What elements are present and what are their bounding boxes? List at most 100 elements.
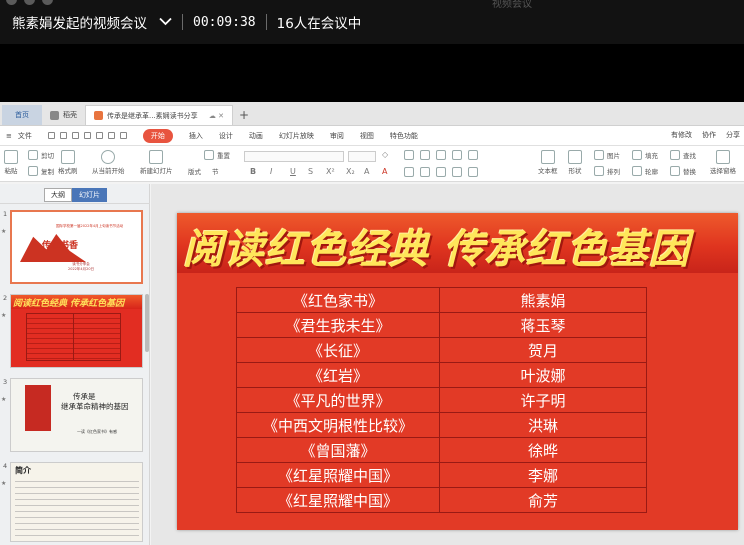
tab-daoke[interactable]: 稻壳 xyxy=(42,105,85,125)
reader-name-cell[interactable]: 叶波娜 xyxy=(439,362,647,388)
copy-button[interactable]: 复制 xyxy=(28,166,54,176)
menu-view[interactable]: 视图 xyxy=(360,131,374,141)
preview-icon[interactable] xyxy=(95,132,103,139)
reader-name-cell[interactable]: 徐晔 xyxy=(439,437,647,463)
slide-editing-canvas[interactable]: 阅读红色经典 传承红色基因 《红色家书》 熊素娟 《君生我未生》 蒋玉琴 《长征》 贺月《… xyxy=(151,184,744,545)
zoom-dot[interactable] xyxy=(42,0,53,5)
table-row[interactable]: 《红星照耀中国》 李娜 xyxy=(236,462,647,488)
justify-icon[interactable] xyxy=(452,167,462,177)
table-row[interactable]: 《红色家书》 熊素娟 xyxy=(236,287,647,313)
table-row[interactable]: 《中西文明根性比较》 洪琳 xyxy=(236,412,647,438)
bold-icon[interactable]: B xyxy=(250,167,256,176)
picture-button[interactable]: 图片 xyxy=(594,150,620,160)
tab-home[interactable]: 首页 xyxy=(2,105,42,125)
book-title-cell[interactable]: 《红色家书》 xyxy=(236,287,440,313)
menu-design[interactable]: 设计 xyxy=(219,131,233,141)
find-button[interactable]: 查找 xyxy=(670,150,696,160)
share-button[interactable]: 分享 xyxy=(726,130,740,140)
align-center-icon[interactable] xyxy=(420,167,430,177)
reader-name-cell[interactable]: 贺月 xyxy=(439,337,647,363)
layout-button[interactable]: 版式 xyxy=(188,166,201,176)
number-list-icon[interactable] xyxy=(420,150,430,160)
superscript-icon[interactable]: X² xyxy=(326,167,335,176)
new-slide-button[interactable]: 新建幻灯片 xyxy=(140,150,173,175)
chevron-down-icon[interactable] xyxy=(159,15,172,29)
current-slide[interactable]: 阅读红色经典 传承红色基因 《红色家书》 熊素娟 《君生我未生》 蒋玉琴 《长征》 贺月《… xyxy=(177,213,738,530)
replace-button[interactable]: 替换 xyxy=(670,166,696,176)
collaborate-button[interactable]: 协作 xyxy=(702,130,716,140)
menu-home[interactable]: 开始 xyxy=(142,128,173,143)
new-tab-icon[interactable]: + xyxy=(239,108,249,125)
minimize-dot[interactable] xyxy=(24,0,35,5)
bullet-list-icon[interactable] xyxy=(404,150,414,160)
book-title-cell[interactable]: 《中西文明根性比较》 xyxy=(236,412,440,438)
reader-name-cell[interactable]: 李娜 xyxy=(439,462,647,488)
reading-list-table[interactable]: 《红色家书》 熊素娟 《君生我未生》 蒋玉琴 《长征》 贺月 《红岩》 叶波娜 《平凡的世界》许… xyxy=(236,287,647,513)
book-title-cell[interactable]: 《红星照耀中国》 xyxy=(236,462,440,488)
reset-button[interactable]: 重置 xyxy=(204,150,230,160)
subscript-icon[interactable]: X₂ xyxy=(346,167,355,176)
slide-thumbnail-3[interactable]: 传承是 继承革命精神的基因 —读《红色家书》有感 xyxy=(10,378,143,452)
menu-features[interactable]: 特色功能 xyxy=(390,131,418,141)
italic-icon[interactable]: I xyxy=(270,167,272,176)
book-title-cell[interactable]: 《红岩》 xyxy=(236,362,440,388)
align-left-icon[interactable] xyxy=(404,167,414,177)
fill-button[interactable]: 填充 xyxy=(632,150,658,160)
modified-status[interactable]: 有修改 xyxy=(671,130,692,140)
redo-icon[interactable] xyxy=(119,132,127,139)
font-size-select[interactable] xyxy=(348,151,376,162)
paste-button[interactable]: 粘贴 xyxy=(4,150,18,175)
font-name-select[interactable] xyxy=(244,151,344,162)
slide-thumbnail-4[interactable]: 简介 xyxy=(10,462,143,542)
reader-name-cell[interactable]: 许子明 xyxy=(439,387,647,413)
distribute-icon[interactable] xyxy=(468,167,478,177)
section-button[interactable]: 节 xyxy=(212,166,219,176)
reader-name-cell[interactable]: 洪琳 xyxy=(439,412,647,438)
book-title-cell[interactable]: 《平凡的世界》 xyxy=(236,387,440,413)
from-current-button[interactable]: 从当前开始 xyxy=(92,150,125,175)
textbox-button[interactable]: 文本框 xyxy=(538,150,558,175)
font-color-icon[interactable]: A xyxy=(382,167,387,176)
reader-name-cell[interactable]: 俞芳 xyxy=(439,487,647,513)
slide-thumbnail-1[interactable]: 国际学校第一届2022年4月上旬读书节活动 传承书香 读书分享会 2022年4月… xyxy=(10,210,143,284)
reader-name-cell[interactable]: 熊素娟 xyxy=(439,287,647,313)
reader-name-cell[interactable]: 蒋玉琴 xyxy=(439,312,647,338)
outdent-icon[interactable] xyxy=(452,150,462,160)
strikethrough-icon[interactable]: S xyxy=(308,167,313,176)
table-row[interactable]: 《君生我未生》 蒋玉琴 xyxy=(236,312,647,338)
print-icon[interactable] xyxy=(71,132,79,139)
table-row[interactable]: 《长征》 贺月 xyxy=(236,337,647,363)
menu-insert[interactable]: 插入 xyxy=(189,131,203,141)
cut-button[interactable]: 剪切 xyxy=(28,150,54,160)
line-spacing-icon[interactable] xyxy=(468,150,478,160)
participant-count[interactable]: 16人在会议中 xyxy=(277,12,362,32)
underline-icon[interactable]: U xyxy=(290,167,296,176)
table-row[interactable]: 《红星照耀中国》 俞芳 xyxy=(236,487,647,513)
table-row[interactable]: 《平凡的世界》 许子明 xyxy=(236,387,647,413)
clear-format-icon[interactable]: ◇ xyxy=(382,150,388,159)
open-icon[interactable] xyxy=(59,132,67,139)
table-row[interactable]: 《红岩》 叶波娜 xyxy=(236,362,647,388)
indent-icon[interactable] xyxy=(436,150,446,160)
hamburger-icon[interactable]: ≡ xyxy=(6,132,12,140)
format-painter-button[interactable]: 格式刷 xyxy=(58,150,78,175)
font-effect-icon[interactable]: A xyxy=(364,167,369,176)
slide-thumbnail-2[interactable]: 阅读红色经典 传承红色基因 xyxy=(10,294,143,368)
save-icon[interactable] xyxy=(47,132,55,139)
tab-outline[interactable]: 大纲 xyxy=(44,188,72,202)
tab-document[interactable]: 传承是继承革...素娴读书分享 ☁ ✕ xyxy=(85,105,233,125)
arrange-button[interactable]: 排列 xyxy=(594,166,620,176)
outline-button[interactable]: 轮廓 xyxy=(632,166,658,176)
shape-button[interactable]: 形状 xyxy=(568,150,582,175)
menu-animation[interactable]: 动画 xyxy=(249,131,263,141)
book-title-cell[interactable]: 《长征》 xyxy=(236,337,440,363)
select-pane-button[interactable]: 选择窗格 xyxy=(710,150,736,175)
export-icon[interactable] xyxy=(83,132,91,139)
menu-file[interactable]: 文件 xyxy=(18,131,32,141)
undo-icon[interactable] xyxy=(107,132,115,139)
book-title-cell[interactable]: 《曾国藩》 xyxy=(236,437,440,463)
menu-slideshow[interactable]: 幻灯片放映 xyxy=(279,131,314,141)
close-dot[interactable] xyxy=(6,0,17,5)
table-row[interactable]: 《曾国藩》 徐晔 xyxy=(236,437,647,463)
book-title-cell[interactable]: 《红星照耀中国》 xyxy=(236,487,440,513)
